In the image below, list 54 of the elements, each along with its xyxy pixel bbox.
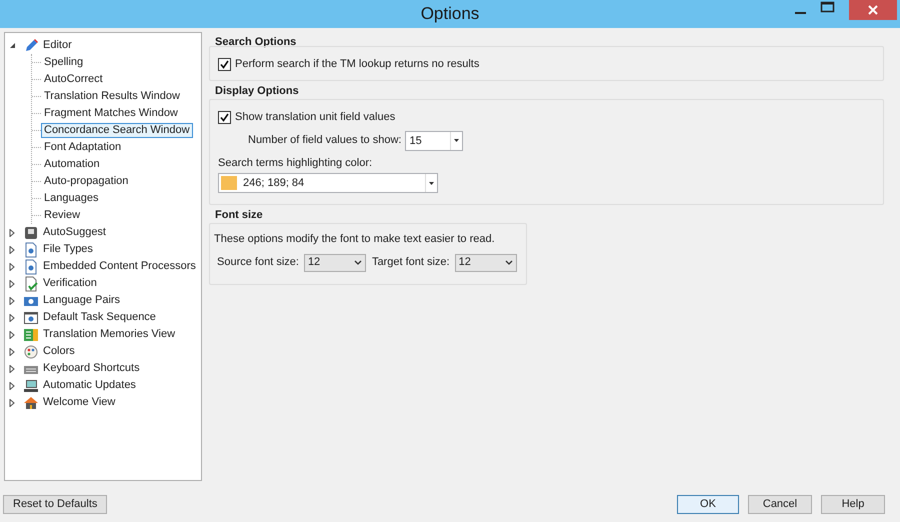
checkbox-label: Show translation unit field values xyxy=(235,110,396,125)
keyboard-key-icon xyxy=(23,224,39,240)
source-font-size-dropdown[interactable]: 12 xyxy=(304,254,366,272)
chevron-down-icon xyxy=(504,260,513,265)
tree-item[interactable]: Language Pairs xyxy=(42,292,122,309)
tree-item[interactable]: Editor xyxy=(42,37,73,54)
ok-button[interactable]: OK xyxy=(677,495,739,514)
tree-item[interactable]: Translation Memories View xyxy=(42,326,176,343)
tree-item[interactable]: Review xyxy=(41,208,84,223)
group-title: Font size xyxy=(215,209,263,221)
tree-item[interactable]: Keyboard Shortcuts xyxy=(42,360,141,377)
checkbox[interactable] xyxy=(218,58,231,71)
field-label: Source font size: xyxy=(217,255,299,270)
close-button[interactable] xyxy=(849,0,897,20)
tree-item[interactable]: Verification xyxy=(42,275,98,292)
dropdown-arrow-icon[interactable] xyxy=(425,174,437,192)
description-text: These options modify the font to make text easier to read. xyxy=(214,232,496,247)
tree-item[interactable]: Embedded Content Processors xyxy=(42,258,197,275)
pencil-icon xyxy=(23,38,39,54)
tree-item[interactable]: Automation xyxy=(41,157,103,172)
window-title: Options xyxy=(420,3,480,26)
checkbox[interactable] xyxy=(218,110,231,124)
field-label: Number of field values to show: xyxy=(248,133,402,148)
tree-item[interactable]: Welcome View xyxy=(42,394,116,411)
tree-item[interactable]: Translation Results Window xyxy=(41,89,183,104)
tree-item[interactable]: Font Adaptation xyxy=(41,140,124,155)
field-label: Target font size: xyxy=(372,255,450,270)
tree-item[interactable]: Colors xyxy=(42,343,76,360)
reset-button[interactable]: Reset to Defaults xyxy=(3,495,108,514)
tree-item[interactable]: AutoSuggest xyxy=(42,224,107,241)
house-icon xyxy=(23,394,39,410)
tree-item[interactable]: File Types xyxy=(42,241,94,258)
palette-icon xyxy=(23,344,39,360)
color-picker[interactable]: 246; 189; 84 xyxy=(218,173,438,193)
tree-item[interactable]: AutoCorrect xyxy=(41,72,106,87)
cancel-button[interactable]: Cancel xyxy=(748,495,812,514)
table-icon xyxy=(23,326,39,342)
document-check-icon xyxy=(23,276,39,292)
target-font-size-dropdown[interactable]: 12 xyxy=(454,254,517,272)
count-spinner[interactable]: 15 xyxy=(405,130,464,150)
group-title: Search Options xyxy=(215,36,296,48)
tree-item[interactable]: Fragment Matches Window xyxy=(41,106,181,121)
tree-item[interactable]: Automatic Updates xyxy=(42,377,137,394)
computer-icon xyxy=(23,378,39,394)
group-title: Display Options xyxy=(215,85,299,97)
tree-item[interactable]: Auto-propagation xyxy=(41,174,132,189)
tree-item[interactable]: Languages xyxy=(41,191,102,206)
checkbox-label: Perform search if the TM lookup returns no results xyxy=(235,57,480,72)
tree-item[interactable]: Default Task Sequence xyxy=(42,309,157,326)
help-button[interactable]: Help xyxy=(821,495,885,514)
field-label: Search terms highlighting color: xyxy=(218,156,374,170)
tree-item[interactable]: Spelling xyxy=(41,55,86,70)
tree-item[interactable]: Concordance Search Window xyxy=(41,123,193,138)
chevron-down-icon xyxy=(354,260,362,265)
